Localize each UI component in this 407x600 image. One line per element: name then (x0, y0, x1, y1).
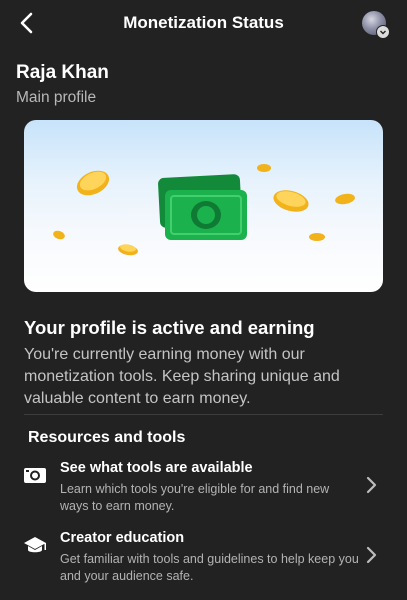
item-title: Creator education (60, 530, 185, 546)
resources-title: Resources and tools (28, 429, 186, 446)
item-description: Learn which tools you're eligible for an… (60, 482, 330, 513)
tools-camera-icon (22, 462, 48, 488)
education-cap-icon (22, 532, 48, 558)
hero-illustration (24, 120, 383, 292)
list-item-education[interactable]: Creator education Get familiar with tool… (0, 526, 407, 586)
item-title: See what tools are available (60, 460, 253, 476)
money-icon (158, 174, 247, 240)
list-item-tools[interactable]: See what tools are available Learn which… (0, 456, 407, 516)
coin-icon (76, 170, 110, 196)
page-title: Monetization Status (123, 13, 284, 32)
divider (24, 414, 383, 415)
chevron-down-icon (376, 25, 390, 39)
profile-name: Raja Khan (16, 62, 109, 83)
profile-avatar[interactable] (362, 11, 390, 39)
chevron-right-icon (360, 544, 382, 566)
chevron-right-icon (360, 474, 382, 496)
top-bar: Monetization Status (0, 0, 407, 46)
status-headline: Your profile is active and earning (24, 317, 315, 338)
item-description: Get familiar with tools and guidelines t… (60, 552, 359, 583)
profile-type: Main profile (16, 89, 97, 106)
status-description: You're currently earning money with our … (24, 346, 340, 407)
